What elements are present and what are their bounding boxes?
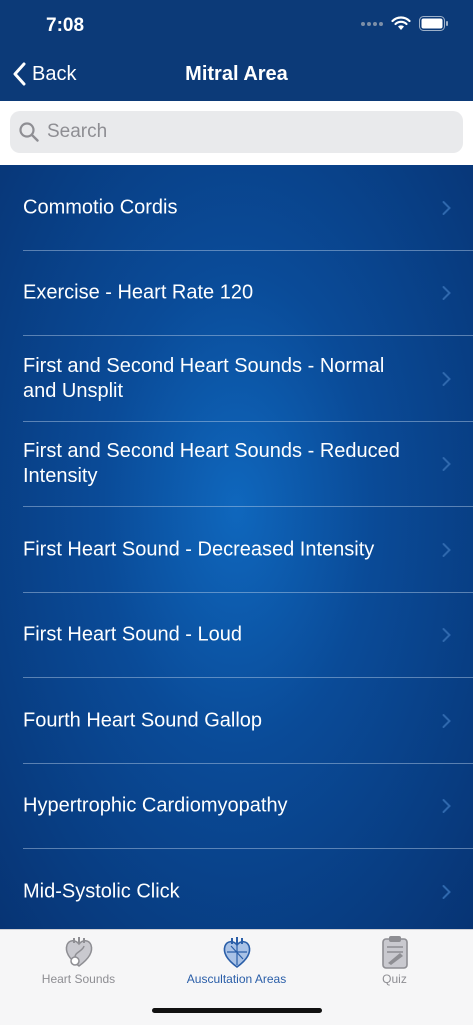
sound-list: Commotio Cordis Exercise - Heart Rate 12…	[0, 165, 473, 929]
search-icon	[19, 122, 39, 142]
chevron-right-icon	[442, 628, 451, 643]
home-indicator	[152, 1008, 322, 1013]
list-item[interactable]: First and Second Heart Sounds - Normal a…	[0, 336, 473, 422]
chevron-right-icon	[442, 542, 451, 557]
chevron-right-icon	[442, 799, 451, 814]
chevron-right-icon	[442, 200, 451, 215]
chevron-right-icon	[442, 713, 451, 728]
heart-areas-icon	[223, 937, 250, 968]
search-box[interactable]	[10, 111, 463, 153]
page-title: Mitral Area	[185, 63, 288, 85]
list-item-label: Hypertrophic Cardiomyopathy	[23, 794, 288, 817]
list-item[interactable]: Fourth Heart Sound Gallop	[0, 678, 473, 764]
chevron-right-icon	[442, 457, 451, 472]
chevron-right-icon	[442, 371, 451, 386]
list-item-label: Mid-Systolic Click	[23, 880, 180, 903]
tab-auscultation-areas[interactable]: Auscultation Areas	[158, 934, 315, 986]
chevron-right-icon	[442, 884, 451, 899]
tab-quiz[interactable]: Quiz	[316, 934, 473, 986]
list-item[interactable]: First and Second Heart Sounds - Reduced …	[0, 422, 473, 508]
list-item[interactable]: Exercise - Heart Rate 120	[0, 251, 473, 337]
status-bar: 7:08	[0, 0, 473, 50]
search-input[interactable]	[45, 120, 429, 144]
list-item-label: Fourth Heart Sound Gallop	[23, 709, 263, 732]
chevron-right-icon	[442, 286, 451, 301]
list-item-label: First and Second Heart Sounds - Normal a…	[23, 354, 385, 402]
list-item-label: First Heart Sound - Loud	[23, 623, 242, 646]
battery-icon	[419, 16, 448, 31]
navigation-bar: Back Mitral Area	[0, 50, 473, 101]
tab-label: Auscultation Areas	[186, 972, 287, 986]
list-item[interactable]: Mid-Systolic Click	[0, 849, 473, 929]
tab-label: Quiz	[382, 972, 407, 986]
list-item[interactable]: First Heart Sound - Decreased Intensity	[0, 507, 473, 593]
search-area	[0, 101, 473, 165]
list-item-label: First Heart Sound - Decreased Intensity	[23, 538, 375, 561]
list-item[interactable]: Commotio Cordis	[0, 165, 473, 251]
wifi-icon	[391, 16, 411, 30]
list-item-label: Exercise - Heart Rate 120	[23, 281, 254, 304]
list-item-label: First and Second Heart Sounds - Reduced …	[23, 440, 400, 488]
tab-heart-sounds[interactable]: Heart Sounds	[0, 934, 157, 986]
heart-stethoscope-icon	[65, 937, 92, 967]
signal-icon	[361, 21, 383, 26]
status-icons	[361, 16, 449, 31]
list-item[interactable]: Hypertrophic Cardiomyopathy	[0, 764, 473, 850]
clipboard-icon	[381, 936, 408, 969]
list-item[interactable]: First Heart Sound - Loud	[0, 593, 473, 679]
status-time: 7:08	[46, 15, 85, 36]
tab-label: Heart Sounds	[41, 972, 116, 986]
list-item-label: Commotio Cordis	[23, 196, 178, 219]
